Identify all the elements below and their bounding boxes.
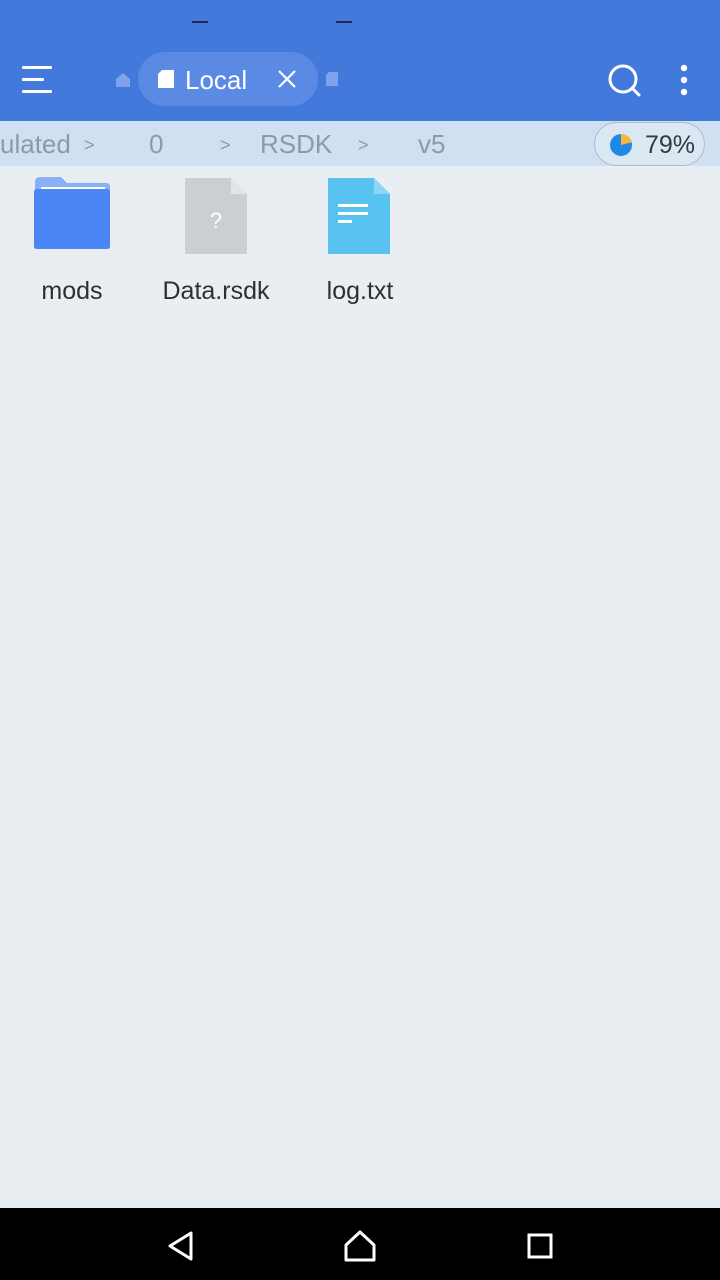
unknown-file-icon: ?: [185, 178, 247, 254]
sd-card-icon[interactable]: [326, 72, 338, 86]
file-item-data-rsdk[interactable]: ? Data.rsdk: [151, 176, 281, 316]
breadcrumb-separator: >: [358, 135, 369, 155]
home-icon[interactable]: [113, 70, 133, 90]
breadcrumb-item[interactable]: 0: [149, 130, 163, 158]
top-app-bar: Local: [0, 0, 720, 121]
system-navigation-bar: [0, 1208, 720, 1280]
storage-usage-badge[interactable]: 79%: [594, 122, 705, 166]
tab-label: Local: [185, 65, 248, 95]
file-item-mods[interactable]: mods: [7, 176, 137, 316]
breadcrumb-separator: >: [220, 135, 231, 155]
menu-icon[interactable]: [22, 58, 62, 100]
search-icon[interactable]: [604, 60, 644, 100]
file-item-log-txt[interactable]: log.txt: [295, 176, 425, 316]
status-bar-mark: [192, 21, 208, 23]
breadcrumb-separator: >: [84, 135, 95, 155]
svg-text:?: ?: [210, 208, 222, 233]
recents-icon[interactable]: [520, 1226, 560, 1266]
storage-pie-icon: [610, 134, 632, 156]
file-name: mods: [41, 277, 103, 305]
text-file-icon: [328, 178, 390, 254]
breadcrumb-item[interactable]: RSDK: [260, 130, 332, 158]
file-manager-screen: Local ulated > 0 > RSDK > v5 79% mods ? …: [0, 0, 720, 1280]
tab-local[interactable]: Local: [138, 52, 318, 106]
status-bar-mark: [336, 21, 352, 23]
breadcrumb-item[interactable]: v5: [418, 130, 445, 158]
sd-card-icon: [158, 70, 174, 88]
file-name: log.txt: [326, 277, 394, 305]
file-name: Data.rsdk: [162, 277, 270, 305]
home-icon[interactable]: [340, 1226, 380, 1266]
more-options-icon[interactable]: [670, 60, 698, 100]
storage-percent: 79%: [645, 131, 696, 159]
back-icon[interactable]: [162, 1226, 202, 1266]
close-icon[interactable]: [276, 68, 298, 90]
breadcrumb-item[interactable]: ulated: [0, 130, 71, 158]
folder-icon: [34, 177, 110, 249]
